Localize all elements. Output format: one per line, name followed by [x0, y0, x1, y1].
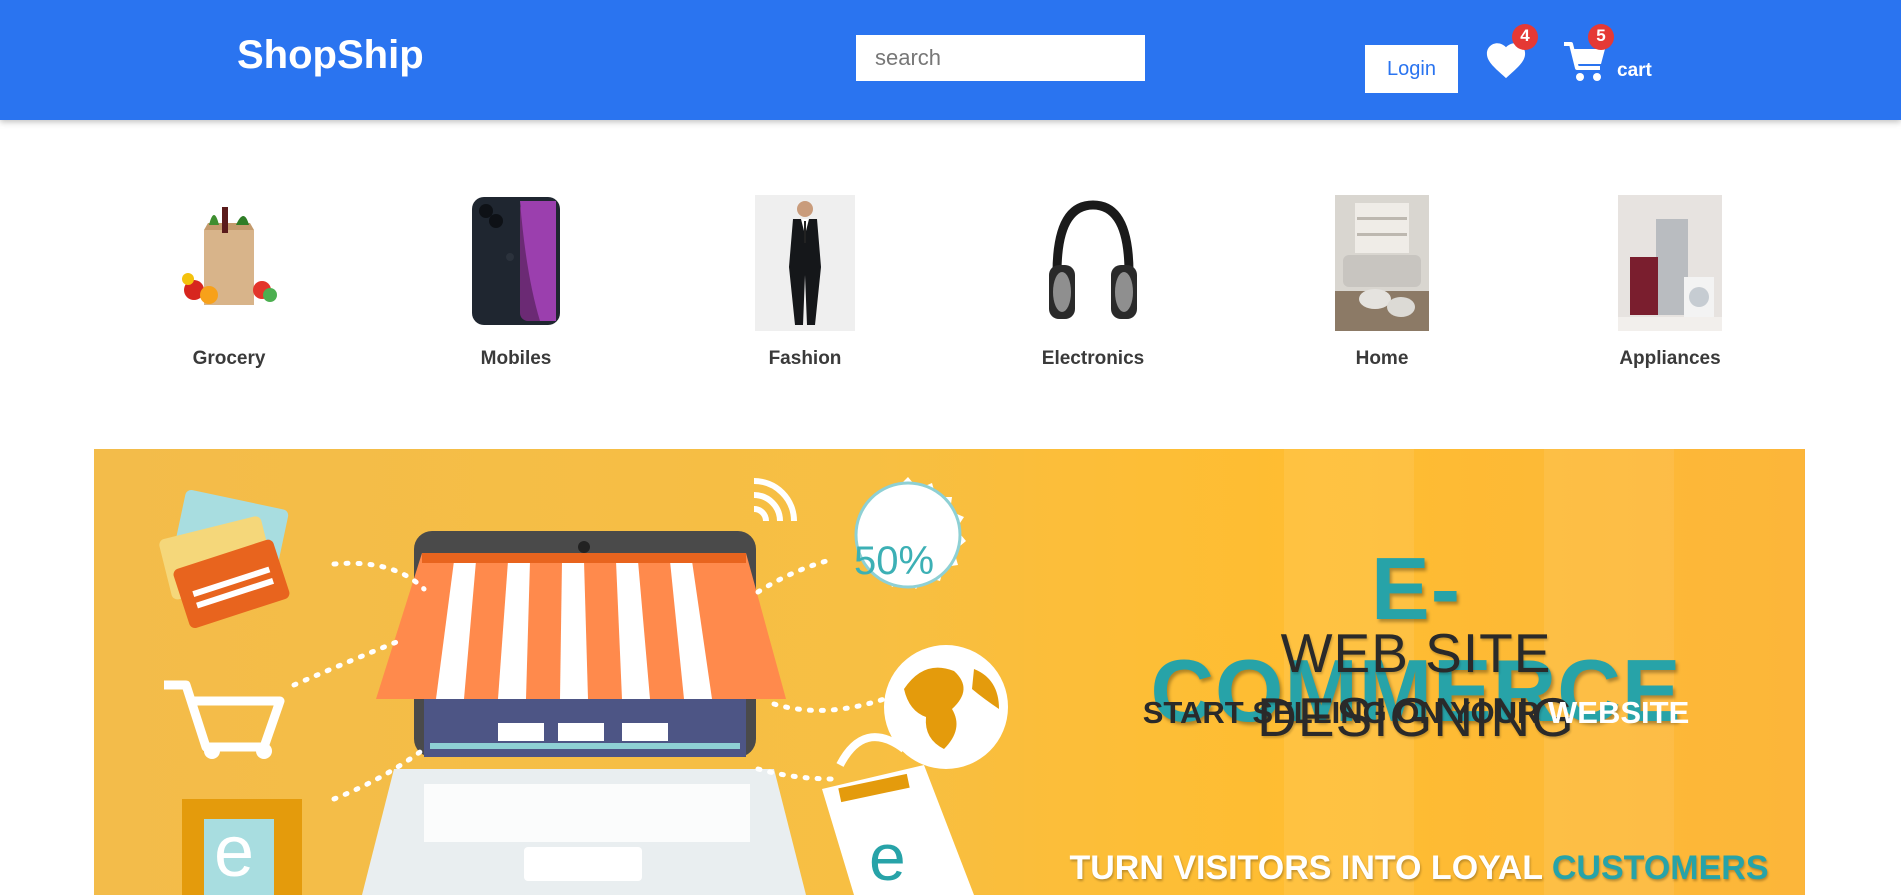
cart-count-badge: 5 — [1588, 24, 1614, 50]
banner-footer-text: TURN VISITORS INTO LOYAL CUSTOMERS — [1029, 849, 1805, 888]
category-label: Appliances — [1619, 348, 1721, 369]
box-letter: e — [214, 812, 255, 892]
cart-button[interactable]: 5 cart — [1562, 24, 1682, 90]
category-appliances[interactable]: Appliances — [1615, 195, 1725, 369]
grocery-bag-image — [182, 207, 277, 305]
site-logo[interactable]: ShopShip — [237, 33, 424, 78]
wishlist-button[interactable]: 4 — [1484, 24, 1538, 84]
category-home[interactable]: Home — [1335, 195, 1429, 369]
wifi-icon — [753, 478, 797, 522]
category-fashion[interactable]: Fashion — [755, 195, 855, 369]
promo-banner[interactable]: 50% E-COMMERCE WEB SITE DESIGNING START … — [94, 449, 1805, 895]
credit-cards-icon — [159, 489, 290, 628]
headphones-image — [1049, 200, 1137, 319]
category-grocery[interactable]: Grocery — [162, 195, 296, 369]
banner-tagline-part2: WEBSITE — [1548, 695, 1690, 730]
category-label: Mobiles — [480, 348, 552, 369]
banner-tagline: START SELLING ON YOUR WEBSITE — [1121, 695, 1711, 731]
top-navbar: ShopShip Login 4 5 cart — [0, 0, 1901, 120]
banner-footer-part2: CUSTOMERS — [1551, 849, 1769, 887]
suit-man-image — [755, 195, 855, 331]
category-label: Electronics — [1041, 348, 1145, 369]
smartphone-image — [472, 197, 560, 325]
shopping-cart-icon — [164, 680, 285, 752]
discount-label: 50% — [853, 539, 935, 583]
banner-footer-part1: TURN VISITORS INTO LOYAL — [1069, 849, 1543, 887]
category-label: Home — [1355, 348, 1409, 369]
category-electronics[interactable]: Electronics — [1042, 195, 1144, 369]
wishlist-count-badge: 4 — [1512, 24, 1538, 50]
bag-letter: e — [869, 820, 906, 894]
living-room-image — [1335, 195, 1429, 331]
category-label: Grocery — [192, 348, 266, 369]
appliances-image — [1618, 195, 1722, 331]
category-mobiles[interactable]: Mobiles — [466, 195, 566, 369]
search-input[interactable] — [856, 35, 1145, 81]
banner-tagline-part1: START SELLING ON YOUR — [1142, 695, 1540, 730]
category-label: Fashion — [768, 348, 842, 369]
login-button[interactable]: Login — [1365, 45, 1458, 93]
cart-label: cart — [1617, 60, 1652, 81]
